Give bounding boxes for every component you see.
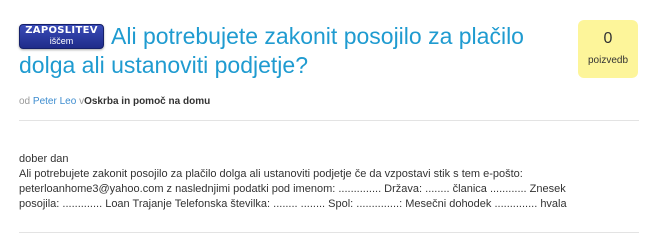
question-body: dober dan Ali potrebujete zakonit posoji… [19, 152, 639, 212]
category-link[interactable]: Oskrba in pomoč na domu [84, 96, 210, 107]
question-meta: od Peter Leo vOskrba in pomoč na domu [19, 96, 210, 107]
body-line: Ali potrebujete zakonit posojilo za plač… [19, 168, 523, 180]
by-label: od [19, 96, 31, 107]
votes-label: poizvedb [587, 55, 629, 66]
body-line: dober dan [19, 153, 69, 165]
divider [19, 120, 639, 121]
votes-count: 0 [603, 30, 613, 47]
author-link[interactable]: Peter Leo [33, 96, 76, 107]
body-line: posojila: ............. Loan Trajanje Te… [19, 198, 567, 210]
body-line: peterloanhome3@yahoo.com z naslednjimi p… [19, 183, 566, 195]
votes-box: 0 poizvedb [578, 20, 638, 78]
question-title[interactable]: Ali potrebujete zakonit posojilo za plač… [19, 22, 579, 80]
divider [19, 232, 639, 233]
